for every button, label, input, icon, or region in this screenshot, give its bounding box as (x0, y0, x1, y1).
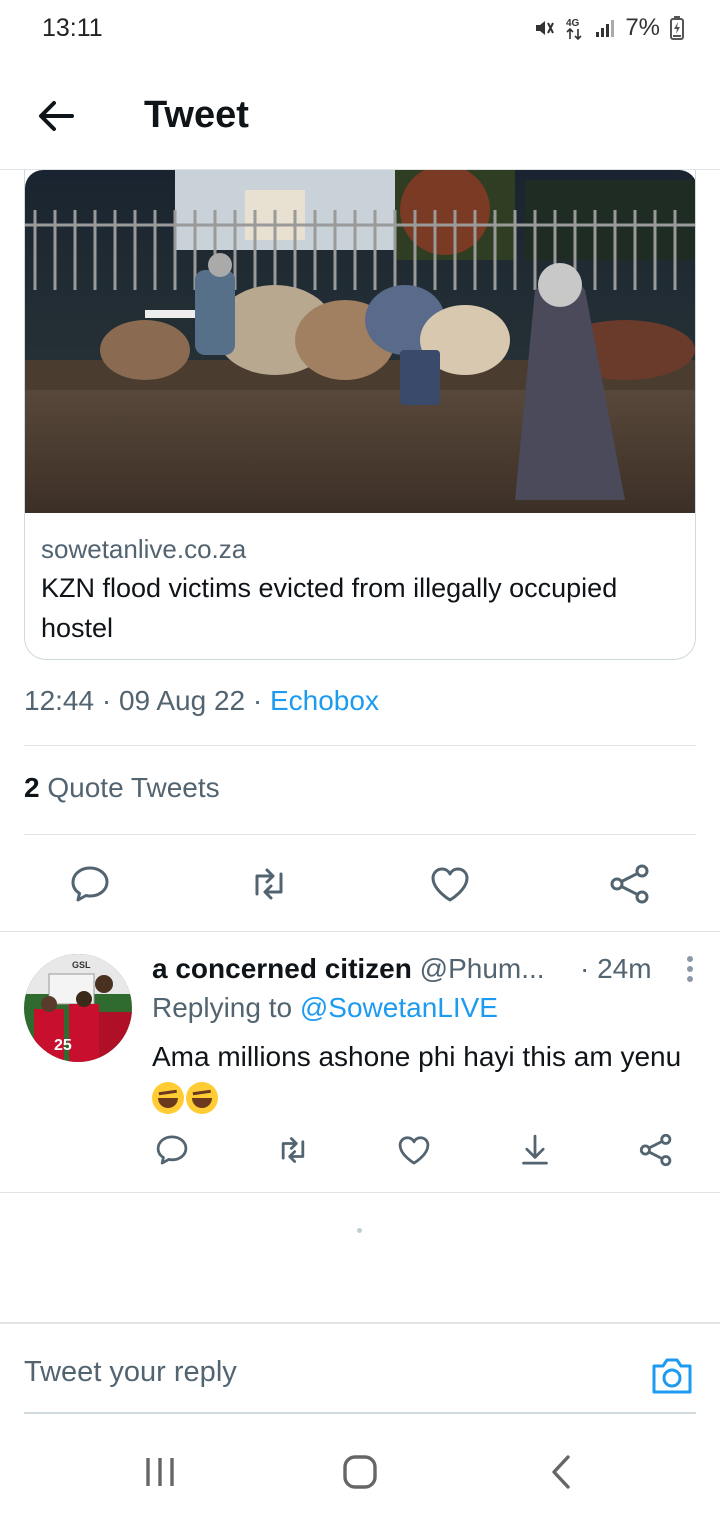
news-photo[interactable] (25, 170, 695, 513)
status-bar: 13:11 4G 7% (0, 0, 720, 60)
tweet-action-bar (0, 836, 720, 932)
replying-mention-link[interactable]: @SowetanLIVE (300, 992, 498, 1023)
tweet-source-link[interactable]: Echobox (270, 685, 379, 716)
quote-tweets-link[interactable]: 2 Quote Tweets (24, 772, 220, 804)
reply-author-handle[interactable]: @Phum... (420, 953, 545, 984)
network-4g-icon: 4G (566, 18, 582, 41)
reply-author-name[interactable]: a concerned citizen (152, 953, 412, 984)
app-header: Tweet (0, 62, 720, 170)
recents-icon[interactable] (140, 1452, 180, 1492)
reply-text: Ama millions ashone phi hayi this am yen… (152, 1036, 692, 1120)
share-icon[interactable] (638, 1132, 674, 1168)
replying-to: Replying to @SowetanLIVE (152, 992, 498, 1024)
svg-text:4G: 4G (566, 18, 580, 29)
reply-compose-bar: Tweet your reply (0, 1322, 720, 1414)
retweet-icon[interactable] (247, 862, 291, 906)
quote-tweets-count: 2 (24, 772, 40, 803)
tweet-time: 12:44 (24, 685, 95, 716)
reply-time: · 24m (580, 953, 652, 984)
svg-text:GSL: GSL (72, 960, 91, 970)
reply-icon[interactable] (68, 862, 112, 906)
back-arrow-icon[interactable] (30, 94, 82, 138)
card-meta: sowetanlive.co.za KZN flood victims evic… (41, 532, 679, 648)
reply-tweet[interactable]: 25 GSL a concerned citizen @Phum... · 24… (0, 932, 720, 1194)
camera-icon[interactable] (650, 1356, 694, 1396)
rolling-on-floor-laughing-emoji (186, 1082, 218, 1114)
rolling-on-floor-laughing-emoji (152, 1082, 184, 1114)
download-icon[interactable] (517, 1132, 553, 1168)
battery-percent: 7% (625, 14, 660, 41)
status-time: 13:11 (42, 14, 103, 42)
status-icons: 4G 7% (533, 14, 684, 42)
tweet-timestamp: 12:44 · 09 Aug 22 · Echobox (24, 685, 379, 717)
home-icon[interactable] (340, 1452, 380, 1492)
back-icon[interactable] (542, 1452, 582, 1492)
like-icon[interactable] (428, 862, 472, 906)
avatar-image: 25 GSL (24, 954, 132, 1062)
share-icon[interactable] (608, 862, 652, 906)
compose-underline (24, 1412, 696, 1414)
separator: · (252, 685, 263, 716)
link-preview-card[interactable]: sowetanlive.co.za KZN flood victims evic… (24, 170, 696, 660)
replying-label: Replying to (152, 992, 293, 1023)
reply-action-bar (0, 1132, 720, 1176)
mute-vibrate-icon (536, 21, 555, 35)
svg-text:25: 25 (54, 1037, 72, 1054)
divider (24, 745, 696, 746)
separator: · (101, 685, 112, 716)
page-title: Tweet (144, 94, 249, 136)
card-title[interactable]: KZN flood victims evicted from illegally… (41, 568, 679, 648)
tweet-date: 09 Aug 22 (118, 685, 246, 716)
signal-bars-icon (596, 20, 615, 37)
card-domain: sowetanlive.co.za (41, 534, 247, 564)
like-icon[interactable] (396, 1132, 432, 1168)
reply-input[interactable]: Tweet your reply (24, 1356, 237, 1389)
more-options-icon[interactable] (680, 954, 700, 988)
reply-icon[interactable] (154, 1132, 190, 1168)
quote-tweets-label: Quote Tweets (47, 772, 220, 803)
loading-indicator (357, 1228, 362, 1233)
reply-header: a concerned citizen @Phum... · 24m (152, 952, 692, 986)
avatar[interactable]: 25 GSL (24, 954, 132, 1062)
divider (0, 1192, 720, 1193)
retweet-icon[interactable] (275, 1132, 311, 1168)
divider (24, 834, 696, 835)
system-nav-bar (0, 1416, 720, 1520)
reply-body: Ama millions ashone phi hayi this am yen… (152, 1041, 682, 1072)
battery-charging-icon (670, 16, 684, 40)
news-photo-illustration (25, 170, 695, 513)
